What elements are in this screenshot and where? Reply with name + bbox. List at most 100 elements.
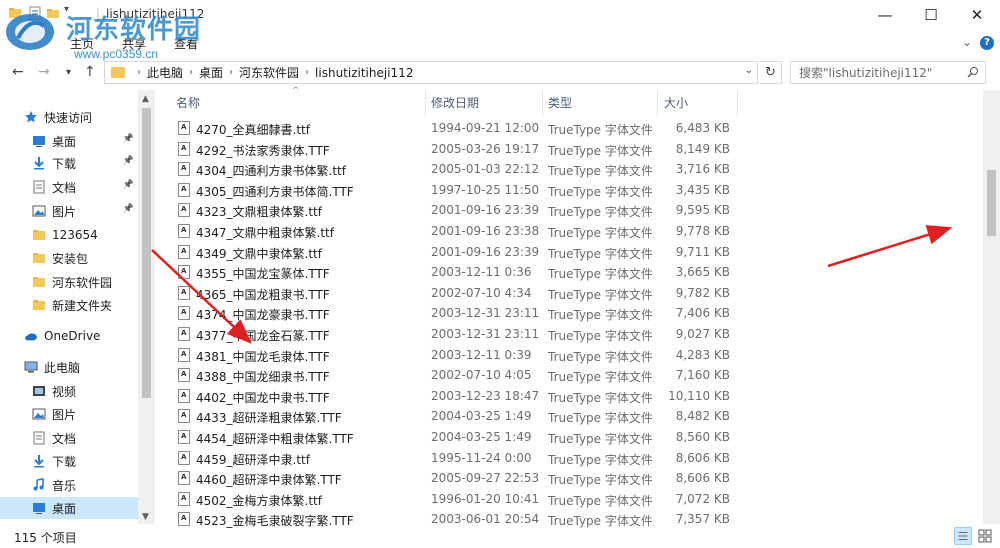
address-bar[interactable]: › 此电脑 › 桌面 › 河东软件园 › lishutizitiheji112 … (104, 61, 758, 84)
document-icon (33, 180, 45, 194)
scroll-up-icon[interactable]: ▲ (142, 94, 149, 104)
column-divider[interactable] (425, 90, 426, 116)
file-date: 2003-12-23 18:47 (431, 388, 540, 403)
file-row[interactable]: 4433_超研泽粗隶体繁.TTF 2004-03-25 1:49 TrueType … (170, 406, 740, 426)
file-name: 4292_书法家秀隶体.TTF (196, 143, 330, 158)
file-row[interactable]: 4347_文鼎中粗隶体繁.ttf 2001-09-16 23:38 TrueType… (170, 221, 740, 241)
breadcrumb-desktop[interactable]: 桌面 (199, 64, 223, 81)
sidebar-item[interactable]: 桌面 (0, 497, 138, 519)
maximize-button[interactable]: ☐ (908, 0, 954, 30)
up-arrow-icon[interactable]: ↑ (84, 64, 96, 80)
expand-ribbon-icon[interactable]: ⌄ (962, 35, 972, 49)
sidebar-item[interactable]: 此电脑 (0, 356, 138, 378)
file-list-scrollbar[interactable] (983, 90, 1000, 524)
sidebar-item[interactable]: 123654 (0, 224, 138, 246)
file-row[interactable]: 4349_文鼎中隶体繁.ttf 2001-09-16 23:39 TrueType … (170, 242, 740, 262)
file-row[interactable]: 4292_书法家秀隶体.TTF 2005-03-26 19:17 TrueType … (170, 139, 740, 159)
file-row[interactable]: 4270_全真细隸書.ttf 1994-09-21 12:00 TrueType 字… (170, 118, 740, 138)
sidebar-item[interactable]: 文档 (0, 427, 138, 449)
minimize-button[interactable]: — (862, 0, 908, 30)
sidebar-item[interactable]: 下载 📌 (0, 152, 138, 174)
file-size: 9,595 KB (675, 203, 730, 218)
file-list-scroll-thumb[interactable] (987, 170, 996, 236)
search-input[interactable]: 搜索"lishutizitiheji112" (790, 61, 986, 84)
sidebar-item[interactable]: 新建文件夹 (0, 294, 138, 316)
font-file-icon (178, 162, 190, 177)
chevron-right-icon[interactable]: › (137, 67, 141, 78)
column-header-size[interactable]: 大小 (664, 94, 688, 111)
column-divider[interactable] (737, 90, 738, 116)
pin-icon[interactable]: 📌 (123, 156, 134, 166)
file-row[interactable]: 4365_中国龙粗隶书.TTF 2002-07-10 4:34 TrueType 字… (170, 283, 740, 303)
file-type: TrueType 字体文件 (548, 143, 653, 158)
file-row[interactable]: 4459_超研泽中隶.ttf 1995-11-24 0:00 TrueType 字体… (170, 448, 740, 468)
breadcrumb-folder[interactable]: 河东软件园 (239, 64, 299, 81)
chevron-down-icon[interactable]: ⌄ (745, 65, 753, 76)
sidebar-item[interactable]: 桌面 📌 (0, 130, 138, 152)
large-icons-view-icon[interactable] (976, 527, 994, 545)
sidebar-item[interactable]: 下载 (0, 450, 138, 472)
file-date: 1997-10-25 11:50 (431, 182, 540, 197)
sidebar-item-label: 下载 (52, 454, 77, 469)
video-icon (33, 386, 45, 396)
sidebar-item[interactable]: OneDrive (0, 325, 138, 347)
recent-locations-icon[interactable]: ▾ (66, 67, 71, 78)
chevron-right-icon[interactable]: › (305, 67, 309, 78)
pin-icon[interactable]: 📌 (123, 204, 134, 214)
file-row[interactable]: 4381_中国龙毛隶体.TTF 2003-12-11 0:39 TrueType 字… (170, 345, 740, 365)
search-icon[interactable] (967, 66, 979, 78)
file-name: 4459_超研泽中隶.ttf (196, 452, 310, 467)
sidebar-item-label: 安装包 (52, 251, 89, 266)
file-row[interactable]: 4454_超研泽中粗隶体繁.TTF 2004-03-25 1:49 TrueType… (170, 427, 740, 447)
chevron-right-icon[interactable]: › (189, 67, 193, 78)
file-size: 8,560 KB (675, 430, 730, 444)
file-date: 2004-03-25 1:49 (431, 430, 532, 444)
column-divider[interactable] (657, 90, 658, 116)
scroll-down-icon[interactable]: ▼ (142, 512, 149, 522)
breadcrumb-this-pc[interactable]: 此电脑 (147, 64, 183, 81)
help-icon[interactable]: ? (980, 36, 994, 50)
refresh-button[interactable]: ↻ (760, 61, 782, 84)
file-row[interactable]: 4305_四通利方隶书体简.TTF 1997-10-25 11:50 TrueTyp… (170, 180, 740, 200)
sidebar-item[interactable]: 文档 📌 (0, 176, 138, 198)
sidebar-item[interactable]: 河东软件园 (0, 271, 138, 293)
sidebar-item[interactable]: 视频 (0, 380, 138, 402)
back-arrow-icon[interactable]: ← (12, 64, 24, 80)
file-type: TrueType 字体文件 (548, 370, 653, 385)
forward-arrow-icon[interactable]: → (38, 64, 50, 80)
column-divider[interactable] (542, 90, 543, 116)
details-view-icon[interactable] (954, 527, 972, 545)
column-header-type[interactable]: 类型 (548, 94, 572, 111)
file-row[interactable]: 4377_中国龙金石篆.TTF 2003-12-31 23:11 TrueType … (170, 324, 740, 344)
file-date: 2003-12-11 0:39 (431, 347, 532, 362)
file-row[interactable]: 4502_金梅方隶体繁.ttf 1996-01-20 10:41 TrueType … (170, 489, 740, 509)
file-row[interactable]: 4323_文鼎粗隶体繁.ttf 2001-09-16 23:39 TrueType … (170, 200, 740, 220)
close-button[interactable]: ✕ (954, 0, 1000, 30)
sidebar-scroll-thumb[interactable] (142, 108, 151, 398)
watermark-logo-icon (6, 14, 54, 50)
file-row[interactable]: 4402_中国龙中隶书.TTF 2003-12-23 18:47 TrueType … (170, 386, 740, 406)
sidebar-item[interactable]: 快速访问 (0, 106, 138, 128)
sidebar-item[interactable]: 图片 (0, 403, 138, 425)
column-header-name[interactable]: 名称 (176, 94, 200, 111)
file-row[interactable]: 4460_超研泽中隶体繁.TTF 2005-09-27 22:53 TrueType… (170, 468, 740, 488)
pin-icon[interactable]: 📌 (123, 180, 134, 190)
file-name: 4460_超研泽中隶体繁.TTF (196, 473, 342, 488)
file-row[interactable]: 4304_四通利方隶书体繁.ttf 2005-01-03 22:12 TrueTyp… (170, 159, 740, 179)
sidebar-item[interactable]: 安装包 (0, 247, 138, 269)
file-row[interactable]: 4355_中国龙宝篆体.TTF 2003-12-11 0:36 TrueType 字… (170, 262, 740, 282)
file-date: 2001-09-16 23:39 (431, 244, 540, 259)
file-row[interactable]: 4374_中国龙豪隶书.TTF 2003-12-31 23:11 TrueType … (170, 303, 740, 323)
pin-icon[interactable]: 📌 (123, 134, 134, 144)
file-row[interactable]: 4388_中国龙细隶书.TTF 2002-07-10 4:05 TrueType 字… (170, 365, 740, 385)
column-header-date[interactable]: 修改日期 (431, 94, 479, 111)
folder-icon (33, 253, 45, 263)
file-type: TrueType 字体文件 (548, 267, 653, 282)
picture-icon (32, 205, 46, 217)
breadcrumb-current[interactable]: lishutizitiheji112 (315, 66, 413, 80)
file-name: 4381_中国龙毛隶体.TTF (196, 349, 330, 364)
sidebar-item[interactable]: 图片 📌 (0, 200, 138, 222)
file-size: 10,110 KB (668, 388, 730, 403)
chevron-right-icon[interactable]: › (229, 67, 233, 78)
sidebar-item[interactable]: 音乐 (0, 474, 138, 496)
